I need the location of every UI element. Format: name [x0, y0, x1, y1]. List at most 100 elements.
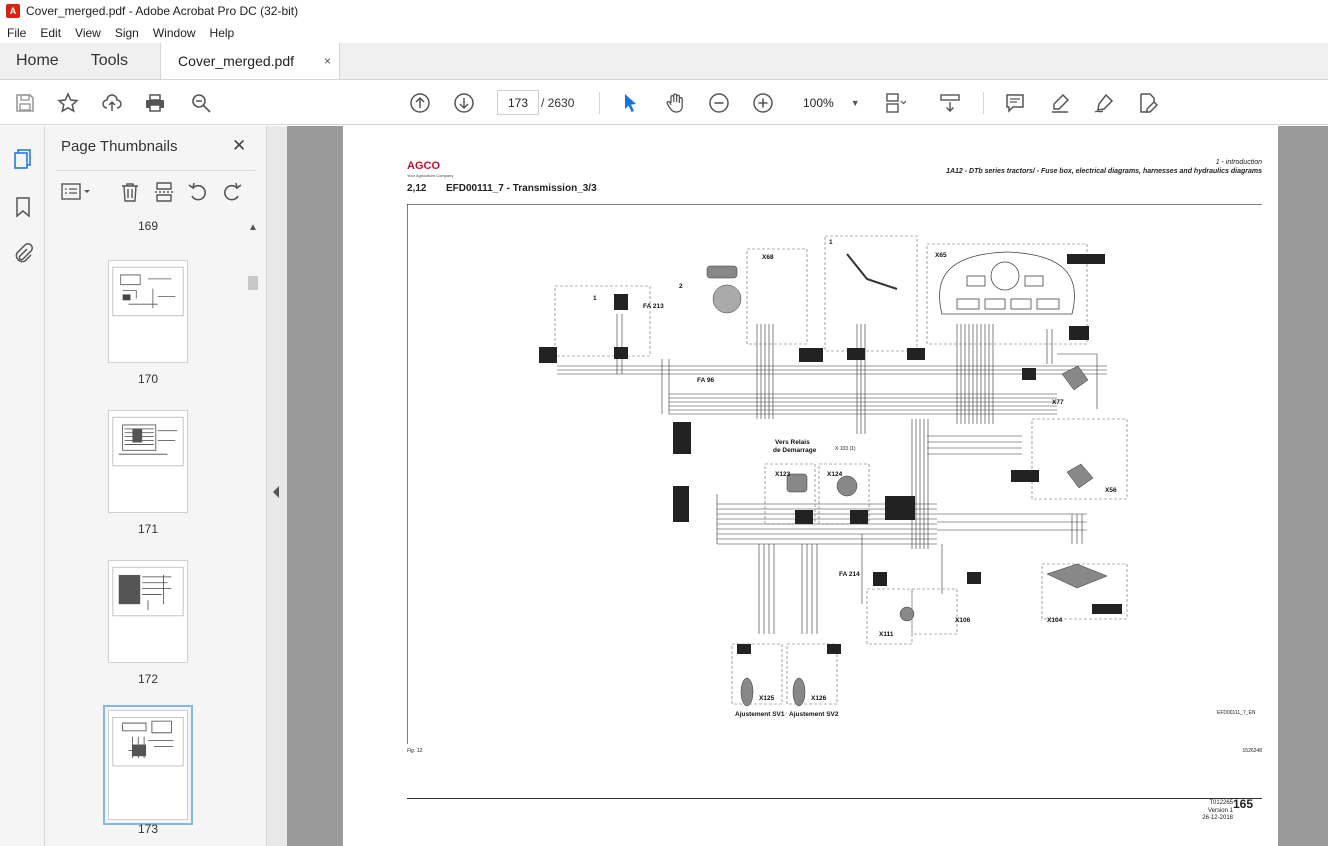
panel-title: Page Thumbnails — [61, 138, 178, 155]
thumbnail-preview — [112, 566, 184, 617]
scroll-mode-icon[interactable] — [938, 91, 962, 115]
thumbnail-toolbar — [55, 170, 255, 212]
connector-label: X126 — [811, 695, 827, 702]
zoom-value: 100% — [803, 95, 834, 110]
connector-label: X65 — [935, 252, 947, 259]
edit-pdf-icon[interactable] — [1136, 91, 1160, 115]
acrobat-app-icon: A — [6, 4, 20, 18]
callout-number: 2 — [679, 283, 683, 290]
select-pointer-icon[interactable] — [618, 91, 642, 115]
figure-id: 1526248 — [1242, 748, 1262, 754]
page-down-icon[interactable] — [452, 91, 476, 115]
footer-doc-info: T012265 Version 1 26-12-2018 — [1173, 800, 1233, 823]
diagram-caption: de Demarrage — [773, 447, 817, 454]
zoom-out-icon[interactable] — [707, 91, 731, 115]
page-number-input[interactable]: 173 — [497, 90, 539, 115]
zoom-search-icon[interactable] — [189, 91, 213, 115]
thumbnail-preview — [112, 266, 184, 317]
diagram-caption: Ajustement SV1 — [735, 711, 785, 718]
ref-label: FA 213 — [643, 303, 664, 310]
chevron-down-icon: ▼ — [850, 97, 860, 108]
menu-bar: File Edit View Sign Window Help — [0, 22, 1328, 43]
thumbnail-label: 171 — [137, 522, 159, 536]
diagram-caption: Vers Relais — [775, 439, 810, 446]
sign-icon[interactable] — [1092, 91, 1116, 115]
section-title: EFD00111_7 - Transmission_3/3 — [446, 183, 597, 194]
scrollbar-thumb[interactable] — [248, 276, 258, 290]
menu-view[interactable]: View — [68, 26, 108, 40]
window-title: Cover_merged.pdf - Adobe Acrobat Pro DC … — [26, 4, 299, 18]
diagram-caption: Ajustement SV2 — [789, 711, 839, 718]
thumbnail-list: 169 170 171 172 173 — [45, 216, 245, 846]
thumbnail-label: 169 — [137, 219, 159, 233]
delete-icon[interactable] — [119, 181, 141, 203]
menu-sign[interactable]: Sign — [108, 26, 146, 40]
page-total-count: / 2630 — [541, 96, 575, 110]
menu-file[interactable]: File — [0, 26, 33, 40]
ref-label: FA 96 — [697, 377, 714, 384]
diagram-reference: EFD00111_7_EN — [1217, 710, 1256, 716]
toolbar-divider — [599, 92, 600, 114]
zoom-select[interactable]: 100% ▼ — [795, 90, 865, 115]
hand-icon[interactable] — [663, 91, 687, 115]
page-up-icon[interactable] — [408, 91, 432, 115]
comment-icon[interactable] — [1003, 91, 1027, 115]
footer-rule — [407, 798, 1262, 799]
highlight-icon[interactable] — [1048, 91, 1072, 115]
rotate-left-icon[interactable] — [187, 181, 209, 203]
thumbnails-panel: Page Thumbnails ✕ 169 170 171 172 173 ▲ — [45, 126, 266, 846]
menu-help[interactable]: Help — [203, 26, 242, 40]
bookmarks-icon[interactable] — [12, 196, 34, 218]
thumbnail-label: 172 — [137, 672, 159, 686]
bookmark-star-icon[interactable] — [56, 91, 80, 115]
document-viewport[interactable]: AGCO Your Agriculture Company 1 - introd… — [287, 126, 1328, 846]
tab-home[interactable]: Home — [0, 43, 75, 79]
rotate-right-icon[interactable] — [221, 181, 243, 203]
section-number: 2,12 — [407, 183, 427, 194]
agco-logo-tagline: Your Agriculture Company — [407, 173, 454, 178]
zoom-in-icon[interactable] — [751, 91, 775, 115]
callout-number: 1 — [829, 239, 833, 246]
tab-document-label: Cover_merged.pdf — [178, 53, 294, 69]
title-bar: A Cover_merged.pdf - Adobe Acrobat Pro D… — [0, 0, 1328, 22]
tab-tools[interactable]: Tools — [75, 43, 144, 79]
connector-label: X125 — [759, 695, 775, 702]
close-tab-icon[interactable]: × — [324, 54, 331, 68]
upload-icon[interactable] — [100, 91, 124, 115]
print-icon[interactable] — [143, 91, 167, 115]
options-menu-icon[interactable] — [61, 181, 93, 203]
thumbnail-preview — [112, 716, 184, 767]
thumbnail-page[interactable] — [108, 410, 188, 513]
thumbnail-scrollbar[interactable]: ▲ — [246, 220, 260, 846]
save-icon[interactable] — [13, 91, 37, 115]
tab-bar: Home Tools Cover_merged.pdf × — [0, 43, 1328, 80]
close-panel-icon[interactable]: ✕ — [232, 136, 246, 156]
scroll-up-icon[interactable]: ▲ — [248, 222, 258, 233]
toolbar-divider — [983, 92, 984, 114]
tab-document[interactable]: Cover_merged.pdf × — [160, 43, 341, 79]
page-section-intro: 1 - introduction — [1215, 159, 1262, 166]
page-layout-icon[interactable] — [883, 91, 907, 115]
attachments-icon[interactable] — [12, 242, 34, 264]
diagram-caption: X 103 (1) — [835, 446, 856, 452]
menu-edit[interactable]: Edit — [33, 26, 68, 40]
panel-splitter[interactable] — [266, 126, 287, 846]
left-rail — [0, 126, 45, 846]
page-thumbnails-icon[interactable] — [12, 148, 34, 170]
doc-code: T012265 — [1209, 800, 1233, 806]
connector-label: X124 — [827, 471, 843, 478]
callout-number: 1 — [593, 295, 597, 302]
wiring-diagram: X68 X65 X77 X56 X123 X124 X111 X106 X104… — [407, 204, 1262, 744]
connector-label: X56 — [1105, 487, 1117, 494]
extract-icon[interactable] — [153, 181, 175, 203]
thumbnail-page[interactable] — [108, 560, 188, 663]
thumbnail-page[interactable] — [108, 260, 188, 363]
doc-version: Version 1 — [1207, 807, 1233, 814]
collapse-panel-icon[interactable] — [273, 486, 279, 498]
connector-label: X106 — [955, 617, 971, 624]
menu-window[interactable]: Window — [146, 26, 203, 40]
thumbnail-page-selected[interactable] — [103, 705, 193, 825]
connector-label: X77 — [1052, 399, 1064, 406]
thumbnail-preview — [112, 416, 184, 467]
thumbnail-label: 173 — [137, 822, 159, 836]
